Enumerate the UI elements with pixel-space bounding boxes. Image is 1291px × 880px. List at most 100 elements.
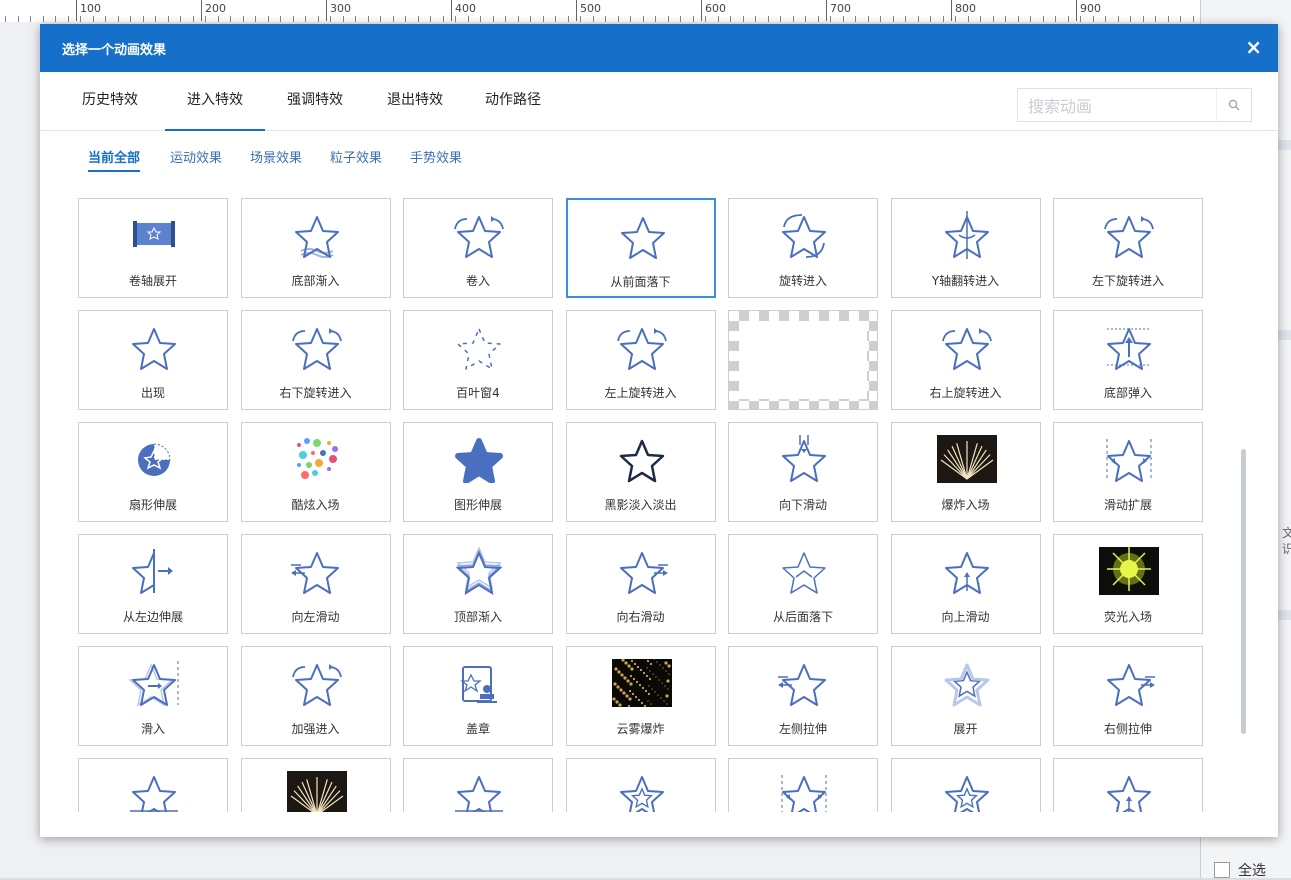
star-right-icon: [1099, 659, 1159, 707]
effect-card[interactable]: 向左滑动: [240, 534, 391, 634]
effect-card[interactable]: 滑入: [78, 646, 228, 746]
effect-label: 荧光入场: [1103, 610, 1152, 624]
ruler-major-tick: [76, 0, 77, 21]
star-line-icon: [449, 771, 509, 812]
effect-card[interactable]: 扇形伸展: [78, 422, 228, 522]
effect-card[interactable]: 底部弹入: [1053, 310, 1203, 410]
ruler-label: 900: [1080, 2, 1101, 15]
effect-card[interactable]: 展开: [890, 646, 1041, 746]
search-input[interactable]: [1026, 90, 1220, 122]
effect-card[interactable]: 盖章: [403, 646, 553, 746]
star-inner-icon: [937, 771, 997, 812]
effect-label: 扇形伸展: [128, 498, 177, 512]
effect-card[interactable]: 从后面落下: [728, 534, 878, 634]
effect-label: 加强进入: [291, 722, 340, 736]
tab-entrance[interactable]: 进入特效: [165, 72, 265, 131]
effect-card[interactable]: [565, 758, 716, 812]
ruler-label: 500: [580, 2, 601, 15]
effect-card[interactable]: 加强进入: [240, 646, 391, 746]
effect-card[interactable]: 滑动扩展: [1053, 422, 1203, 522]
tab-exit[interactable]: 退出特效: [375, 72, 455, 129]
effect-card[interactable]: 荧光入场: [1053, 534, 1203, 634]
effect-card[interactable]: [403, 758, 553, 812]
subtab-all[interactable]: 当前全部: [88, 147, 141, 172]
ruler-label: 700: [830, 2, 851, 15]
effect-card[interactable]: 百叶窗4: [403, 310, 553, 410]
effect-card[interactable]: 黑影淡入淡出: [565, 422, 716, 522]
effect-card[interactable]: 右侧拉伸: [1053, 646, 1203, 746]
effect-label: 向上滑动: [941, 610, 990, 624]
effect-card[interactable]: 底部渐入: [240, 198, 391, 298]
effect-card[interactable]: 右上旋转进入: [890, 310, 1041, 410]
star-swirl-icon: [287, 323, 347, 371]
effect-card[interactable]: Y轴翻转进入: [890, 198, 1041, 298]
ruler-major-tick: [576, 0, 577, 21]
star-left-icon: [287, 547, 347, 595]
subtab-particle[interactable]: 粒子效果: [330, 147, 382, 166]
star-icon: [124, 323, 184, 371]
effect-category-tabs: 历史特效 进入特效 强调特效 退出特效 动作路径: [40, 72, 1278, 131]
effect-card[interactable]: 云雾爆炸: [565, 646, 716, 746]
tab-label: 动作路径: [485, 92, 541, 108]
star-swirl-icon: [287, 659, 347, 707]
effect-card[interactable]: 旋转进入: [728, 198, 878, 298]
effect-card[interactable]: 酷炫入场: [240, 422, 391, 522]
effect-label: 酷炫入场: [291, 498, 340, 512]
effect-card[interactable]: 卷入: [403, 198, 553, 298]
effect-card[interactable]: 图形伸展: [403, 422, 553, 522]
panel-partial-text-1: 文: [1282, 526, 1291, 540]
effect-card[interactable]: 向下滑动: [728, 422, 878, 522]
effects-grid-viewport: 卷轴展开 底部渐入 卷入 从前面落下 旋转进入 Y轴翻转进入 左下旋转进入出现 右下旋转进入 百…: [40, 190, 1278, 812]
effects-scrollbar[interactable]: [1241, 449, 1246, 734]
effect-card[interactable]: 爆炸入场: [890, 422, 1041, 522]
panel-partial-text-2: 识: [1282, 542, 1291, 556]
effect-label: 向左滑动: [291, 610, 340, 624]
effect-card[interactable]: [728, 758, 878, 812]
ruler-major-tick: [701, 0, 702, 21]
ruler-label: 800: [955, 2, 976, 15]
subtab-scene[interactable]: 场景效果: [250, 147, 302, 166]
tab-history[interactable]: 历史特效: [65, 72, 155, 129]
effect-label: 展开: [953, 722, 978, 736]
subtab-motion[interactable]: 运动效果: [170, 147, 222, 166]
effect-card[interactable]: 从左边伸展: [78, 534, 228, 634]
tab-emphasis[interactable]: 强调特效: [275, 72, 355, 129]
effect-card[interactable]: [728, 310, 878, 410]
star-wave-icon: [287, 211, 347, 259]
effect-card[interactable]: 从前面落下: [565, 198, 716, 298]
effect-card[interactable]: 向右滑动: [565, 534, 716, 634]
ruler-major-tick: [451, 0, 452, 21]
effect-card[interactable]: 左下旋转进入: [1053, 198, 1203, 298]
effect-label: 黑影淡入淡出: [604, 498, 677, 512]
tab-motion-path[interactable]: 动作路径: [473, 72, 553, 129]
effect-label: 左上旋转进入: [604, 386, 677, 400]
effect-card[interactable]: 向上滑动: [890, 534, 1041, 634]
effect-label: 从左边伸展: [122, 610, 183, 624]
effect-label: 滑动扩展: [1103, 498, 1152, 512]
subtab-gesture[interactable]: 手势效果: [410, 147, 462, 166]
effect-card[interactable]: 左侧拉伸: [728, 646, 878, 746]
effect-label: 右侧拉伸: [1103, 722, 1152, 736]
tab-label: 退出特效: [387, 92, 443, 108]
effect-card[interactable]: 左上旋转进入: [565, 310, 716, 410]
effect-card[interactable]: [78, 758, 228, 812]
effect-label: 图形伸展: [453, 498, 502, 512]
effect-card[interactable]: 出现: [78, 310, 228, 410]
effect-subcategory-tabs: 当前全部 运动效果 场景效果 粒子效果 手势效果: [40, 131, 1278, 172]
effect-card[interactable]: [890, 758, 1041, 812]
effect-card[interactable]: [240, 758, 391, 812]
effect-card[interactable]: 顶部渐入: [403, 534, 553, 634]
effect-card[interactable]: 右下旋转进入: [240, 310, 391, 410]
close-icon[interactable]: ×: [1245, 35, 1262, 59]
star-bounce-icon: [1099, 323, 1159, 371]
effect-label: 出现: [140, 386, 165, 400]
effect-card[interactable]: [1053, 758, 1203, 812]
effect-label: 右下旋转进入: [279, 386, 352, 400]
horizontal-ruler: 100 200 300 400 500 600 700 800 900: [0, 0, 1200, 23]
pie-icon: [124, 435, 184, 483]
select-all-checkbox[interactable]: 全选: [1214, 860, 1266, 880]
ruler-label: 100: [80, 2, 101, 15]
effect-card[interactable]: 卷轴展开: [78, 198, 228, 298]
checkbox-box[interactable]: [1214, 862, 1230, 878]
search-icon[interactable]: [1216, 89, 1251, 121]
